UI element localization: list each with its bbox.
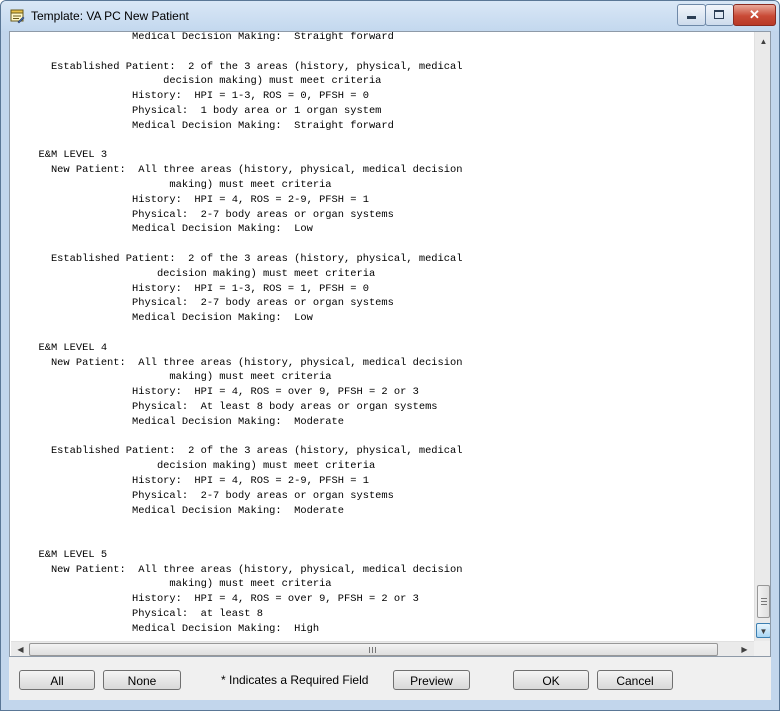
minimize-icon [687, 16, 696, 19]
scroll-right-icon[interactable]: ▶ [737, 642, 752, 656]
text-line: New Patient: All three areas (history, p… [26, 356, 463, 369]
grip-line [372, 647, 373, 653]
maximize-icon [714, 10, 724, 19]
text-line: Physical: 2-7 body areas or organ system… [26, 489, 394, 502]
text-line: Established Patient: 2 of the 3 areas (h… [26, 60, 463, 73]
text-line: Physical: 1 body area or 1 organ system [26, 104, 382, 117]
cancel-button[interactable]: Cancel [597, 670, 673, 690]
text-line: E&M LEVEL 5 [26, 548, 108, 561]
scrollbar-corner [754, 641, 770, 656]
scroll-left-icon[interactable]: ◀ [13, 642, 28, 656]
template-text-area[interactable]: Medical Decision Making: Straight forwar… [9, 31, 771, 657]
window-title: Template: VA PC New Patient [31, 9, 189, 23]
text-line: Medical Decision Making: Straight forwar… [26, 119, 394, 132]
text-line: making) must meet criteria [26, 578, 332, 591]
template-icon [9, 8, 25, 24]
template-text: Medical Decision Making: Straight forwar… [26, 31, 463, 637]
text-line: decision making) must meet criteria [26, 460, 376, 473]
text-line: History: HPI = 4, ROS = 2-9, PFSH = 1 [26, 474, 369, 487]
text-line: making) must meet criteria [26, 371, 332, 384]
grip-line [761, 604, 767, 605]
text-line: New Patient: All three areas (history, p… [26, 164, 463, 177]
text-line: Physical: 2-7 body areas or organ system… [26, 297, 394, 310]
text-line: Medical Decision Making: Low [26, 312, 313, 325]
text-line: Medical Decision Making: Straight forwar… [26, 31, 394, 43]
dialog-body: Medical Decision Making: Straight forwar… [9, 31, 771, 700]
text-line: making) must meet criteria [26, 178, 332, 191]
text-line: Established Patient: 2 of the 3 areas (h… [26, 445, 463, 458]
scroll-down-icon[interactable]: ▼ [756, 623, 770, 638]
preview-button[interactable]: Preview [393, 670, 470, 690]
text-line: History: HPI = 4, ROS = over 9, PFSH = 2… [26, 386, 419, 399]
text-line: Medical Decision Making: Low [26, 223, 313, 236]
text-line: decision making) must meet criteria [26, 75, 382, 88]
all-button[interactable]: All [19, 670, 95, 690]
horizontal-scroll-thumb[interactable] [29, 643, 718, 656]
text-line: E&M LEVEL 3 [26, 149, 108, 162]
vertical-scrollbar[interactable]: ▲ ▼ [754, 32, 770, 641]
grip-line [761, 601, 767, 602]
grip-line [761, 598, 767, 599]
maximize-button[interactable] [705, 4, 734, 26]
vertical-scroll-thumb[interactable] [757, 585, 770, 618]
template-dialog: Template: VA PC New Patient ✕ Medical De… [0, 0, 780, 711]
text-line: Physical: At least 8 body areas or organ… [26, 400, 438, 413]
minimize-button[interactable] [677, 4, 706, 26]
required-field-note: * Indicates a Required Field [221, 673, 369, 687]
grip-line [369, 647, 370, 653]
text-line: Medical Decision Making: High [26, 622, 320, 635]
text-line: Medical Decision Making: Moderate [26, 504, 345, 517]
text-line: History: HPI = 1-3, ROS = 0, PFSH = 0 [26, 90, 369, 103]
text-line: Physical: at least 8 [26, 608, 263, 621]
close-button[interactable]: ✕ [733, 4, 776, 26]
title-bar[interactable]: Template: VA PC New Patient ✕ [1, 1, 779, 31]
none-button[interactable]: None [103, 670, 181, 690]
text-line: Physical: 2-7 body areas or organ system… [26, 208, 394, 221]
text-line: Established Patient: 2 of the 3 areas (h… [26, 252, 463, 265]
ok-button[interactable]: OK [513, 670, 589, 690]
text-line: History: HPI = 4, ROS = over 9, PFSH = 2… [26, 593, 419, 606]
text-line: Medical Decision Making: Moderate [26, 415, 345, 428]
text-line: New Patient: All three areas (history, p… [26, 563, 463, 576]
grip-line [375, 647, 376, 653]
horizontal-scrollbar[interactable]: ◀ ▶ [11, 641, 754, 656]
text-line: E&M LEVEL 4 [26, 341, 108, 354]
text-line: History: HPI = 1-3, ROS = 1, PFSH = 0 [26, 282, 369, 295]
scroll-up-icon[interactable]: ▲ [756, 34, 770, 49]
text-line: History: HPI = 4, ROS = 2-9, PFSH = 1 [26, 193, 369, 206]
text-line: decision making) must meet criteria [26, 267, 376, 280]
close-icon: ✕ [749, 7, 760, 22]
